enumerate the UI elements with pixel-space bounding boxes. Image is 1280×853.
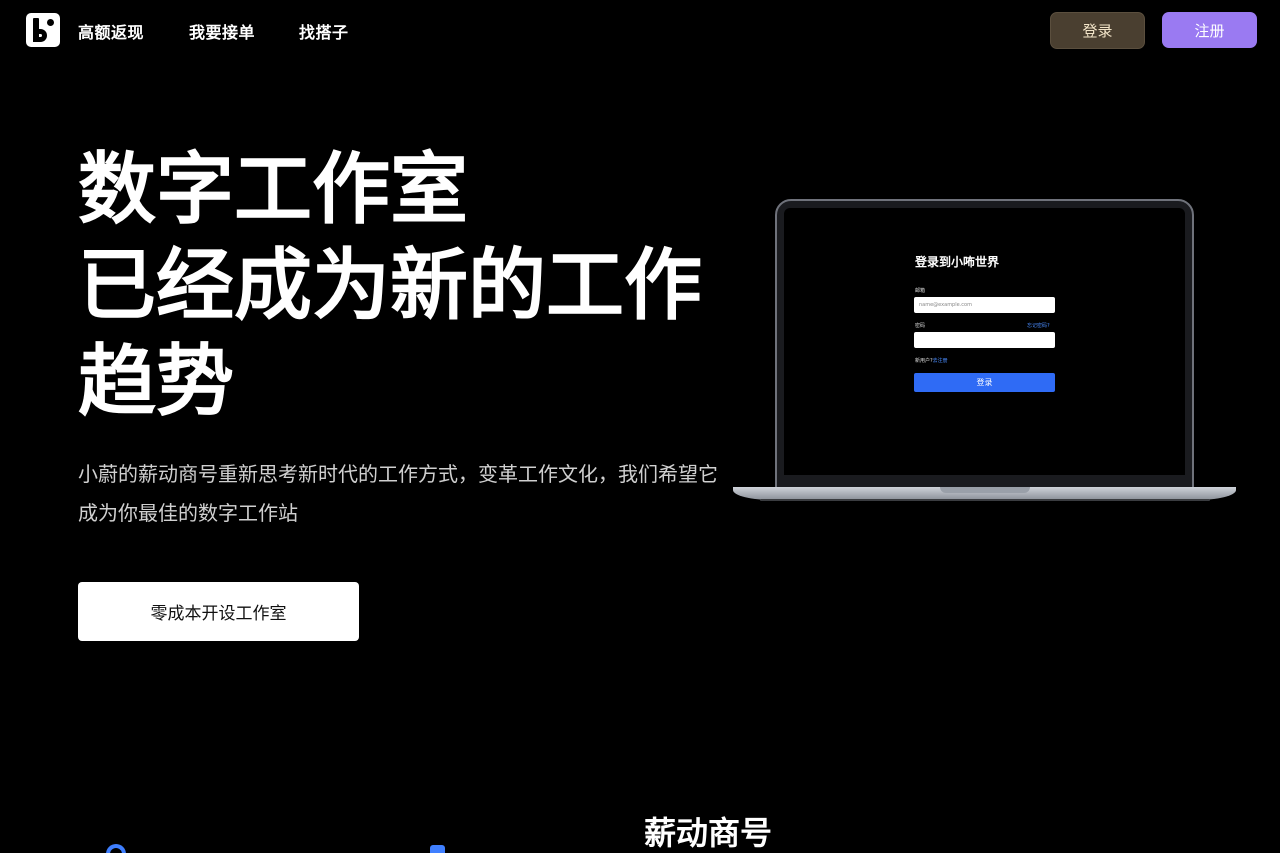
nav-link-cashback[interactable]: 高额返现 [78,19,144,43]
open-studio-button[interactable]: 零成本开设工作室 [78,582,359,641]
logo-bowl [33,29,47,42]
hero-title-line: 趋势 [78,336,235,427]
nav-link-take-orders[interactable]: 我要接单 [189,19,255,43]
laptop-notch [940,487,1030,493]
hero-title-line: 已经成为新的工作 [78,240,703,331]
register-button[interactable]: 注册 [1162,12,1257,48]
mockup-submit-button: 登录 [914,373,1055,392]
feature-icon [430,845,445,853]
login-button[interactable]: 登录 [1050,12,1145,49]
mockup-new-user-text: 新用户?去注册 [915,357,948,364]
mockup-password-input [914,332,1055,348]
mockup-login-title: 登录到小咘世界 [915,255,1000,269]
brand-logo[interactable] [26,13,60,47]
hero-title-line: 数字工作室 [78,144,469,235]
mockup-new-user-prompt: 新用户? [915,358,933,364]
mockup-password-label: 密码 [915,323,926,329]
hero-title: 数字工作室 已经成为新的工作 趋势 [78,142,738,430]
logo-dot [47,19,54,26]
mockup-signup-link: 去注册 [932,358,948,364]
top-nav: 高额返现 我要接单 找搭子 登录 注册 [0,0,1280,60]
nav-link-find-partner[interactable]: 找搭子 [299,19,349,43]
mockup-email-input: name@example.com [914,297,1055,313]
laptop-shadow [760,499,1210,501]
section-title: 薪动商号 [644,814,773,852]
mockup-forgot-link: 忘记密码? [1027,323,1050,329]
hero-description: 小蔚的薪动商号重新思考新时代的工作方式，变革工作文化，我们希望它成为你最佳的数字… [78,462,718,525]
mockup-email-label: 邮箱 [915,288,926,294]
feature-icon [106,844,126,853]
